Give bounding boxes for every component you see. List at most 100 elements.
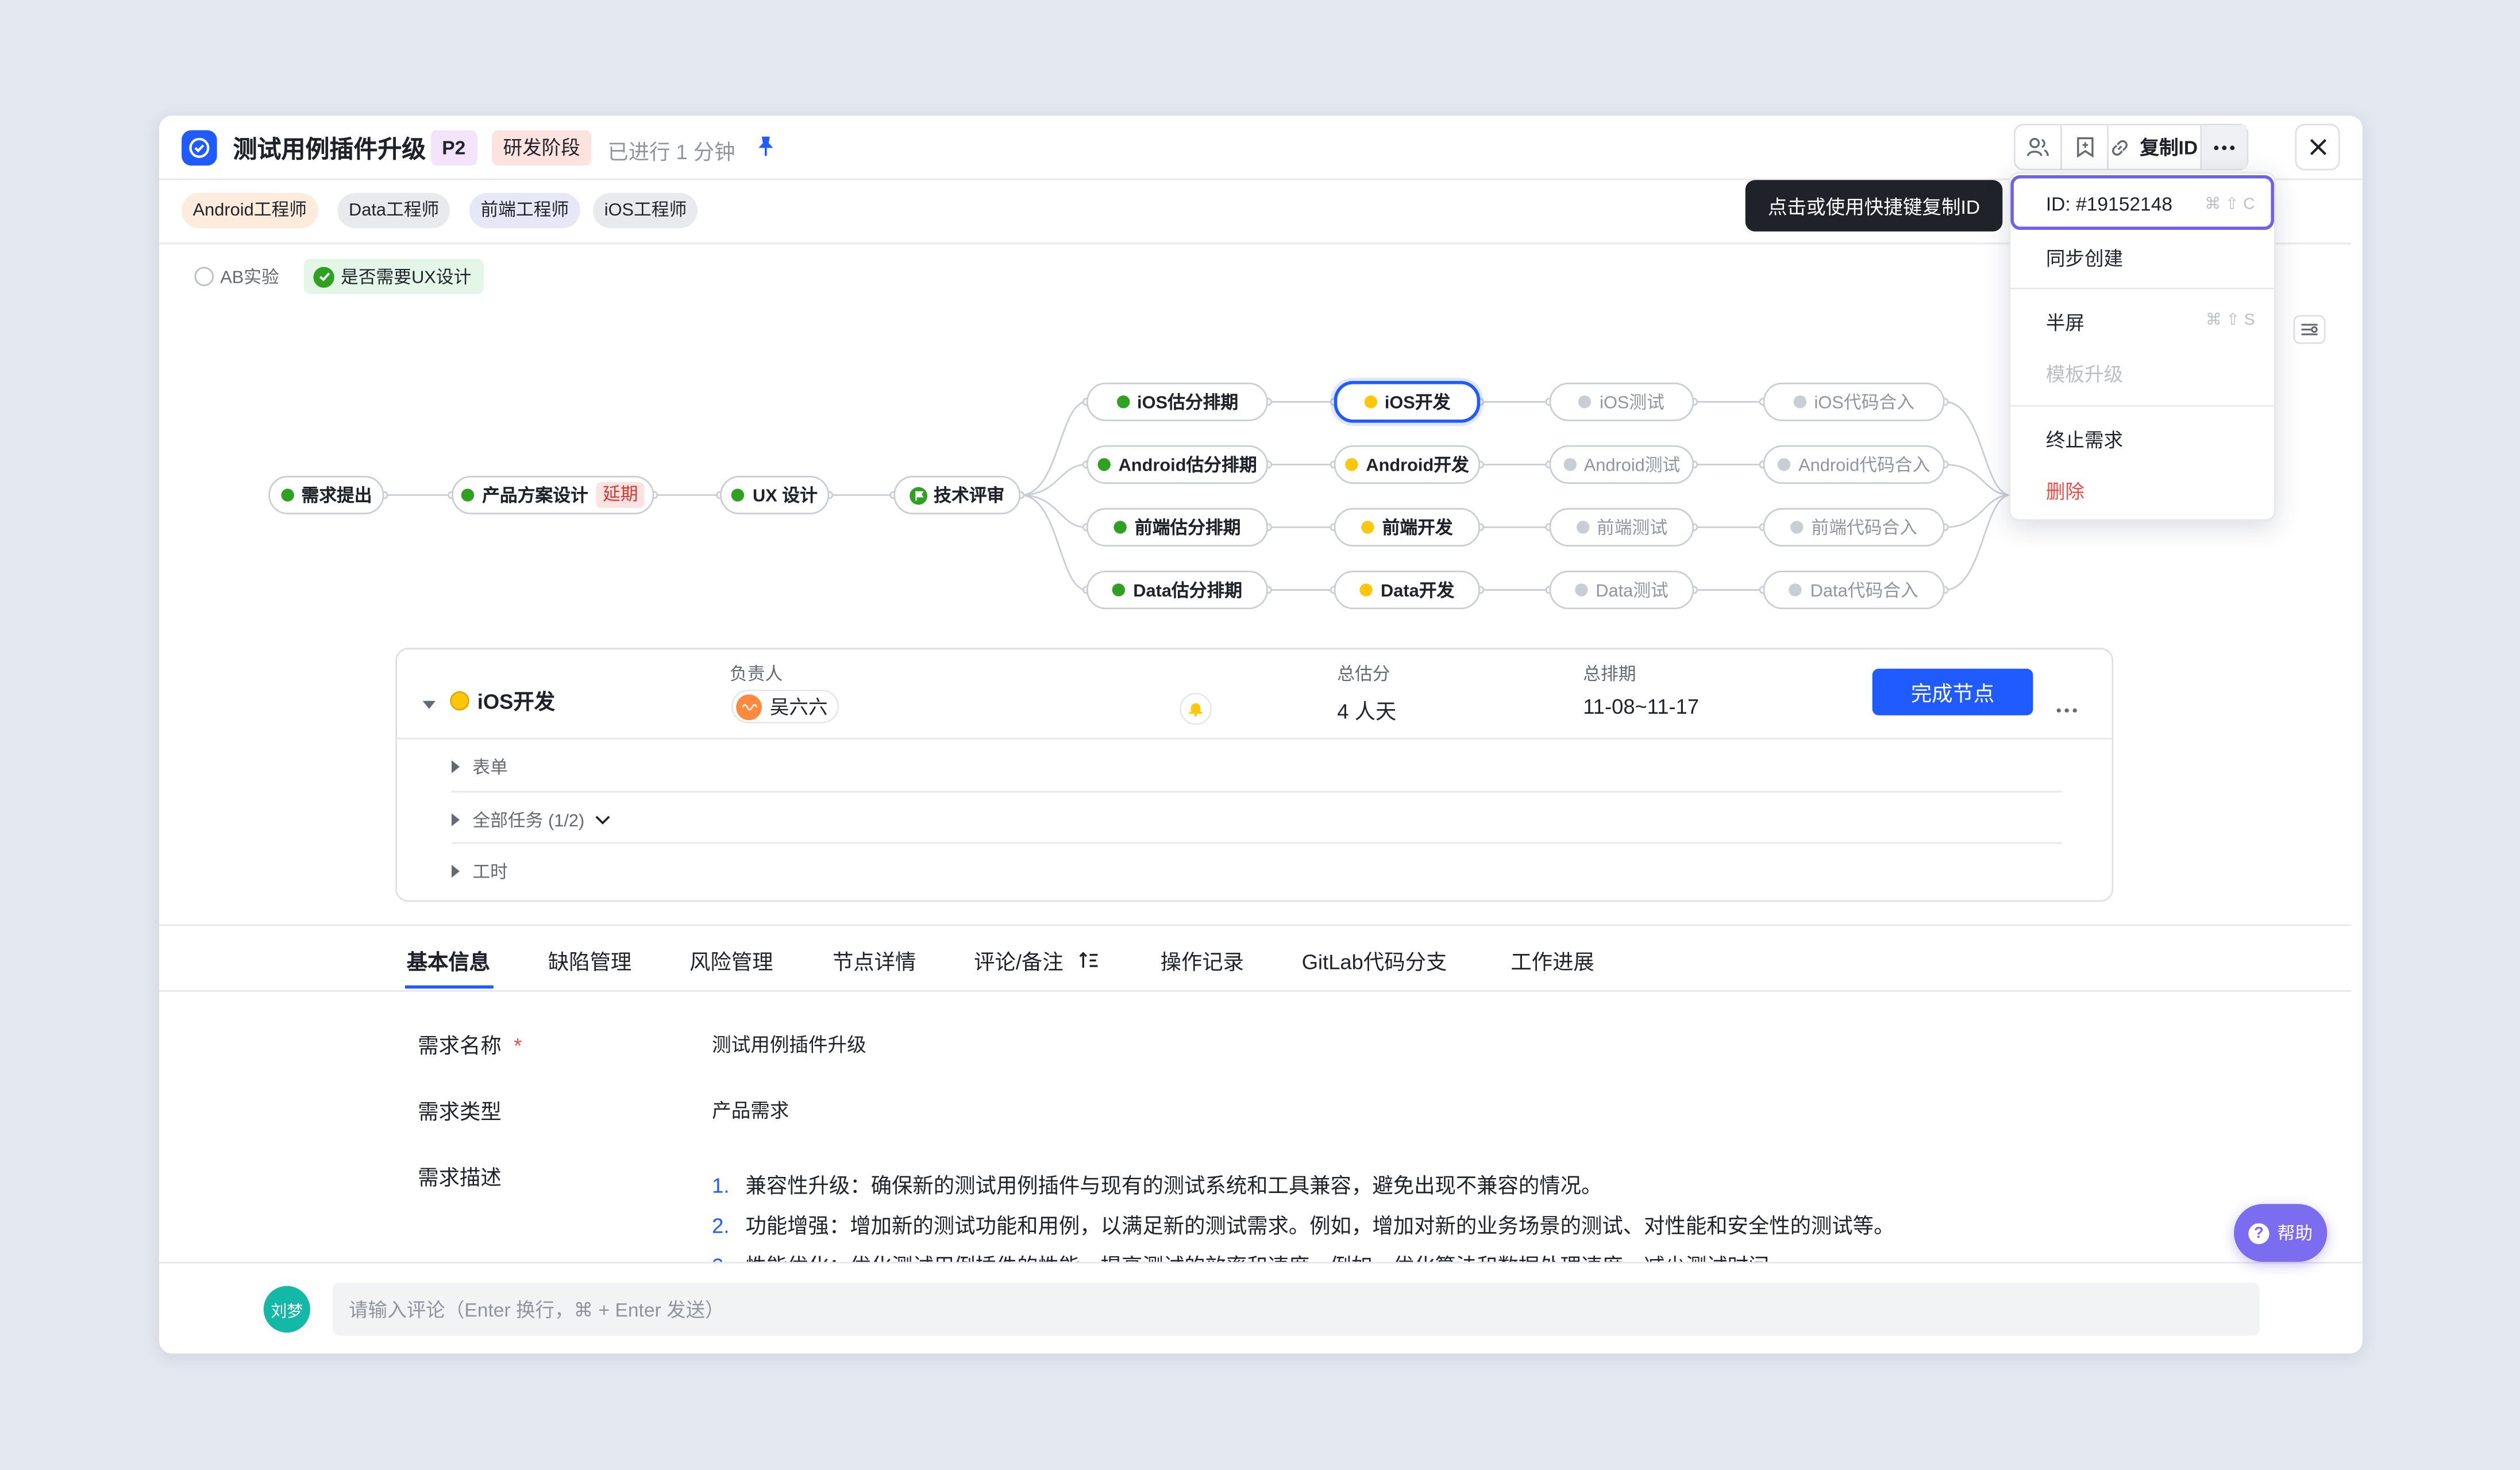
status-dot <box>1344 458 1358 471</box>
status-dot <box>461 488 475 502</box>
field-name-label: 需求名称 * <box>418 1029 522 1059</box>
tab-risks[interactable]: 风险管理 <box>689 945 773 976</box>
flow-node-label: iOS开发 <box>1384 394 1451 413</box>
more-actions-menu: ID: #19152148 ⌘ ⇧ C 同步创建 半屏 ⌘ ⇧ S 模板升级 终… <box>2009 172 2276 521</box>
status-dot <box>1097 458 1111 471</box>
flow-node-label: Data测试 <box>1596 582 1669 602</box>
flow-node-label: 产品方案设计 <box>482 487 588 507</box>
desc-text: 功能增强：增加新的测试功能和用例，以满足新的测试需求。例如，增加对新的业务场景的… <box>745 1213 1895 1238</box>
menu-divider <box>2010 287 2275 290</box>
menu-divider <box>2010 405 2275 407</box>
comment-bar: 刘梦 <box>159 1261 2363 1354</box>
sort-icon[interactable] <box>1078 952 1099 969</box>
flow-node-selected[interactable]: iOS开发 <box>1334 380 1481 423</box>
flow-node[interactable]: Data估分排期 <box>1086 571 1268 610</box>
field-type-label: 需求类型 <box>418 1099 502 1124</box>
tab-node-details[interactable]: 节点详情 <box>833 945 916 976</box>
status-dot <box>450 690 469 710</box>
status-dot <box>1574 583 1588 597</box>
flow-node-label: 技术评审 <box>934 487 1005 507</box>
estimate-label: 总估分 <box>1337 665 1390 685</box>
menu-item-delete[interactable]: 删除 <box>2046 478 2084 505</box>
tabs-top-divider <box>159 924 2352 926</box>
required-mark: * <box>514 1033 522 1058</box>
tab-comments[interactable]: 评论/备注 <box>974 945 1099 976</box>
flow-node[interactable]: iOS估分排期 <box>1086 382 1268 421</box>
section-tasks[interactable]: 全部任务 (1/2) <box>452 807 610 833</box>
flow-node[interactable]: 需求提出 <box>268 475 384 515</box>
flow-settings-icon[interactable] <box>2293 315 2326 344</box>
collapse-caret-icon[interactable] <box>421 690 437 718</box>
owner-chip[interactable]: 吴六六 <box>731 689 839 724</box>
flow-node-label: iOS估分排期 <box>1137 394 1239 413</box>
tab-defects[interactable]: 缺陷管理 <box>548 945 631 976</box>
menu-item-half-screen[interactable]: 半屏 <box>2046 309 2084 336</box>
tab-basic-info[interactable]: 基本信息 <box>407 945 490 976</box>
flow-node[interactable]: iOS测试 <box>1549 382 1694 421</box>
flow-node[interactable]: iOS代码合入 <box>1763 382 1945 421</box>
owner-label: 负责人 <box>729 665 783 685</box>
flow-node[interactable]: Data开发 <box>1334 571 1481 610</box>
tab-operation-log[interactable]: 操作记录 <box>1161 945 1244 976</box>
status-dot <box>1575 521 1589 534</box>
help-button[interactable]: ? 帮助 <box>2234 1204 2328 1262</box>
menu-item-id-label[interactable]: ID: #19152148 <box>2046 193 2172 216</box>
estimate-value: 4 人天 <box>1337 699 1397 724</box>
flow-node[interactable]: UX 设计 <box>720 475 830 515</box>
review-flag-icon <box>910 486 927 504</box>
flow-node-label: 前端估分排期 <box>1134 519 1241 539</box>
field-name-value[interactable]: 测试用例插件升级 <box>712 1030 866 1058</box>
delay-badge: 延期 <box>596 482 645 508</box>
more-icon[interactable] <box>2056 693 2078 722</box>
section-label: 全部任务 (1/2) <box>472 811 585 832</box>
menu-item-terminate[interactable]: 终止需求 <box>2046 426 2123 453</box>
section-divider <box>452 842 2062 844</box>
flow-node-label: UX 设计 <box>753 487 818 507</box>
expand-caret-icon <box>452 760 460 774</box>
menu-item-sync-create[interactable]: 同步创建 <box>2046 244 2123 272</box>
help-label: 帮助 <box>2277 1225 2313 1245</box>
flow-node[interactable]: 前端代码合入 <box>1763 507 1945 547</box>
panel-divider <box>396 737 2112 740</box>
flow-node-label: Data估分排期 <box>1133 582 1243 602</box>
flow-node-label: iOS测试 <box>1600 394 1664 413</box>
status-dot <box>1363 395 1377 409</box>
tab-progress[interactable]: 工作进展 <box>1511 945 1594 976</box>
flow-node[interactable]: Android估分排期 <box>1086 445 1268 484</box>
flow-node[interactable]: 技术评审 <box>893 475 1021 515</box>
flow-node[interactable]: Android代码合入 <box>1763 445 1945 484</box>
field-desc-label: 需求描述 <box>418 1165 502 1190</box>
flow-node[interactable]: 产品方案设计 延期 <box>452 475 654 515</box>
desc-item: 2. 功能增强：增加新的测试功能和用例，以满足新的测试需求。例如，增加对新的业务场… <box>712 1209 1894 1239</box>
complete-node-button[interactable]: 完成节点 <box>1872 668 2033 715</box>
menu-shortcut: ⌘ ⇧ C <box>2205 196 2255 214</box>
status-dot <box>280 488 294 502</box>
flow-node[interactable]: 前端开发 <box>1334 507 1481 547</box>
flow-node-label: Data开发 <box>1381 582 1455 602</box>
flow-node[interactable]: Data测试 <box>1549 571 1694 610</box>
flow-node[interactable]: Data代码合入 <box>1763 571 1945 610</box>
bell-icon[interactable] <box>1180 692 1212 725</box>
section-worktime[interactable]: 工时 <box>452 859 508 884</box>
field-type-value[interactable]: 产品需求 <box>712 1096 789 1124</box>
chevron-down-icon[interactable] <box>594 815 610 825</box>
status-dot <box>1359 583 1373 597</box>
copy-id-tooltip: 点击或使用快捷键复制ID <box>1745 180 2003 232</box>
flow-node-label: Android代码合入 <box>1798 456 1931 476</box>
flow-node[interactable]: 前端测试 <box>1549 507 1694 547</box>
status-dot <box>1361 521 1374 534</box>
status-dot <box>1777 458 1791 471</box>
flow-node[interactable]: 前端估分排期 <box>1086 507 1268 547</box>
flow-node[interactable]: Android开发 <box>1334 445 1481 484</box>
comment-input[interactable] <box>333 1283 2260 1336</box>
flow-node[interactable]: Android测试 <box>1549 445 1694 484</box>
active-tab-indicator <box>404 985 494 989</box>
flow-node-label: 前端测试 <box>1597 519 1668 539</box>
tab-label: 评论/备注 <box>974 950 1064 975</box>
desc-item: 1. 兼容性升级：确保新的测试用例插件与现有的测试系统和工具兼容，避免出现不兼容的… <box>712 1169 1602 1199</box>
tabs-bottom-divider <box>159 990 2352 992</box>
section-form[interactable]: 表单 <box>452 754 508 780</box>
status-dot <box>1790 521 1804 534</box>
node-name: iOS开发 <box>477 689 556 714</box>
tab-gitlab-branch[interactable]: GitLab代码分支 <box>1302 945 1447 976</box>
